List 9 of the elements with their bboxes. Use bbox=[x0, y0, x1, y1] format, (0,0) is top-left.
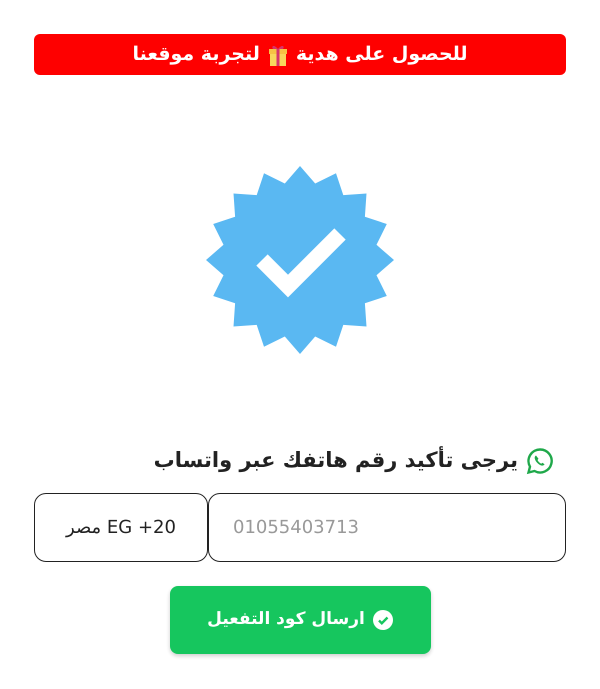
phone-field[interactable]: 01055403713 bbox=[208, 492, 566, 562]
whatsapp-icon bbox=[526, 446, 554, 475]
heading: يرجى تأكيد رقم هاتفك عبر واتساب bbox=[154, 445, 518, 474]
check-icon bbox=[372, 610, 393, 630]
banner-text: للحصول على هدية bbox=[296, 42, 468, 68]
country-select[interactable]: مصر EG +20 bbox=[34, 492, 208, 562]
verified-badge-icon bbox=[206, 166, 394, 354]
banner-text: لتجربة موقعنا bbox=[132, 42, 260, 68]
gift-icon bbox=[268, 44, 288, 66]
